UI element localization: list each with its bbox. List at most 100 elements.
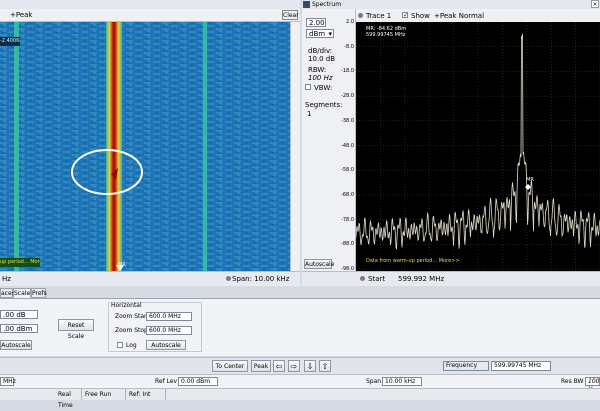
autoscale-button[interactable]: Autoscale bbox=[304, 259, 334, 269]
down-arrow-icon[interactable]: ⇩ bbox=[304, 360, 316, 372]
trace-type[interactable]: +Peak Normal bbox=[434, 12, 484, 20]
y-axis-tick: -8.0 bbox=[344, 43, 354, 50]
reset-scale-button[interactable]: Reset Scale bbox=[58, 319, 94, 340]
y-axis-tick: -48.0 bbox=[341, 142, 354, 149]
y-axis-tick: -68.0 bbox=[341, 191, 354, 198]
vertical-position-input[interactable]: .00 dBm bbox=[0, 324, 38, 333]
tab-scale[interactable]: Scale bbox=[13, 288, 31, 298]
span-icon bbox=[226, 276, 231, 281]
zoom-stop-label: Zoom Stop: bbox=[115, 327, 150, 334]
y-axis-tick: -38.0 bbox=[341, 117, 354, 124]
measurement-bar: MHz Ref Lev 0.00 dBm Span 10.00 kHz Res … bbox=[0, 374, 600, 393]
right-arrow-icon[interactable]: ⇨ bbox=[288, 360, 300, 372]
db-div-value: 10.0 dB bbox=[308, 55, 336, 63]
y-axis-tick: -88.0 bbox=[341, 241, 354, 248]
up-arrow-icon[interactable]: ⇧ bbox=[319, 360, 331, 372]
spectrum-window: Spectrum × 2.00 dBm ▾ dB/div: 10.0 dB RB… bbox=[302, 0, 600, 286]
spectrogram-signal-line bbox=[106, 22, 122, 271]
trace-label[interactable]: Trace 1 bbox=[366, 12, 391, 20]
scale-settings-pane: .00 dB .00 dBm Autoscale Reset Scale Hor… bbox=[0, 298, 600, 356]
start-icon bbox=[360, 276, 365, 281]
spectrogram-scrollbar[interactable] bbox=[290, 22, 299, 271]
span-label: Span bbox=[366, 378, 382, 385]
spectrum-title: Spectrum bbox=[312, 1, 342, 8]
spectrogram-plot[interactable] bbox=[0, 22, 290, 271]
spectrogram-peak-label: +Peak bbox=[10, 11, 33, 19]
trace-toolbar: Trace 1 ✓ Show +Peak Normal bbox=[356, 9, 600, 22]
show-checkbox[interactable]: ✓ bbox=[402, 12, 408, 19]
horizontal-autoscale-button[interactable]: Autoscale bbox=[146, 340, 186, 350]
y-axis-tick: -78.0 bbox=[341, 216, 354, 223]
spectrogram-marker-label: MR bbox=[118, 262, 126, 268]
vbw-checkbox[interactable] bbox=[305, 84, 311, 90]
peak-button[interactable]: Peak bbox=[251, 360, 271, 372]
rbw-label: RBW: bbox=[308, 66, 327, 74]
trace-icon bbox=[358, 13, 363, 18]
zoom-stop-input[interactable]: 600.0 MHz bbox=[146, 326, 192, 335]
to-center-button[interactable]: To Center bbox=[212, 360, 248, 372]
spectrogram-warmup-message[interactable]: up period... More>> bbox=[0, 258, 40, 267]
spectrum-warmup-message: Data from warm-up period... More>> bbox=[366, 258, 460, 264]
spectrogram-status-left: Hz bbox=[2, 275, 11, 283]
settings-tabs: aces Scale Prefs bbox=[0, 288, 600, 298]
spectrogram-background bbox=[0, 22, 290, 271]
ref-lev-input[interactable]: 0.00 dBm bbox=[178, 377, 218, 386]
frequency-input[interactable]: 599.99745 MHz bbox=[491, 361, 551, 371]
marker-readout-line-2: 599.99745 MHz bbox=[366, 32, 406, 38]
status-bar: Real Time Free Run Ref: Int bbox=[0, 388, 600, 409]
tab-prefs[interactable]: Prefs bbox=[31, 288, 47, 298]
y-axis-tick: 2.0 bbox=[346, 19, 354, 25]
left-arrow-icon[interactable]: ⇦ bbox=[273, 360, 285, 372]
y-axis-tick: -98.0 bbox=[341, 266, 354, 272]
spectrogram-readout: -2.400689 bbox=[0, 37, 20, 46]
show-label: Show bbox=[411, 12, 430, 20]
segments-label: Segments: bbox=[305, 101, 343, 109]
frequency-select-label: Frequency bbox=[446, 362, 477, 369]
span-input[interactable]: 10.00 kHz bbox=[382, 377, 422, 386]
y-axis-tick: -58.0 bbox=[341, 167, 354, 174]
marker-diamond bbox=[525, 184, 531, 190]
ref-unit-value: dBm bbox=[309, 30, 326, 38]
start-value: 599.992 MHz bbox=[398, 275, 445, 283]
start-label: Start bbox=[368, 275, 386, 283]
ref-level-input[interactable]: 2.00 bbox=[306, 18, 326, 27]
spectrogram-span: Span: 10.00 kHz bbox=[232, 275, 290, 283]
res-bw-label: Res BW bbox=[561, 378, 584, 385]
zoom-start-input[interactable]: 600.0 MHz bbox=[146, 312, 192, 321]
status-ref-int: Ref: Int bbox=[126, 389, 166, 400]
spectrum-status: Start 599.992 MHz bbox=[302, 271, 600, 285]
spectrum-marker-label: MR bbox=[526, 177, 534, 183]
spectrogram-status: Hz Span: 10.00 kHz bbox=[0, 271, 300, 285]
spectrum-plot[interactable]: MR MR: -84.62 dBm 599.99745 MHz Data fro… bbox=[356, 22, 600, 271]
marker-toolbar: To Center Peak ⇦ ⇨ ⇩ ⇧ Frequency ▾ 599.9… bbox=[0, 357, 600, 374]
res-bw-input[interactable]: 100 H bbox=[585, 377, 600, 393]
y-axis-tick: -18.0 bbox=[341, 68, 354, 75]
tab-traces[interactable]: aces bbox=[0, 288, 15, 298]
close-icon[interactable]: × bbox=[591, 0, 599, 8]
chevron-down-icon: ▾ bbox=[328, 30, 332, 38]
segments-value: 1 bbox=[307, 110, 312, 118]
horizontal-group-label: Horizontal bbox=[111, 302, 142, 309]
center-frequency-input[interactable]: MHz bbox=[0, 377, 16, 386]
spectrum-window-icon bbox=[303, 1, 310, 8]
spectrogram-title-bar bbox=[0, 0, 300, 9]
spectrogram-window: +Peak Clear -2.400689 bbox=[0, 0, 300, 286]
rbw-value: 100 Hz bbox=[308, 74, 333, 82]
horizontal-group: Horizontal Zoom Start: 600.0 MHz Zoom St… bbox=[108, 302, 202, 352]
spectrogram-faint-line-right bbox=[203, 22, 207, 271]
db-div-label: dB/div: bbox=[308, 47, 333, 55]
vertical-autoscale-button[interactable]: Autoscale bbox=[0, 340, 32, 350]
status-real-time: Real Time bbox=[55, 389, 82, 409]
spectrogram-toolbar: +Peak Clear bbox=[0, 9, 300, 22]
clear-button[interactable]: Clear bbox=[282, 10, 299, 20]
status-free-run: Free Run bbox=[82, 389, 126, 400]
frequency-select[interactable]: Frequency ▾ bbox=[443, 361, 498, 371]
vertical-scale-input[interactable]: .00 dB bbox=[0, 310, 38, 319]
log-checkbox[interactable] bbox=[117, 342, 123, 348]
vbw-label: VBW: bbox=[314, 84, 333, 92]
ref-unit-select[interactable]: dBm ▾ bbox=[306, 29, 334, 38]
spectrogram-faint-line-left bbox=[14, 22, 19, 271]
spectrum-title-bar: Spectrum × bbox=[302, 0, 600, 9]
log-label: Log bbox=[126, 342, 137, 349]
spectrum-trace bbox=[356, 33, 600, 250]
